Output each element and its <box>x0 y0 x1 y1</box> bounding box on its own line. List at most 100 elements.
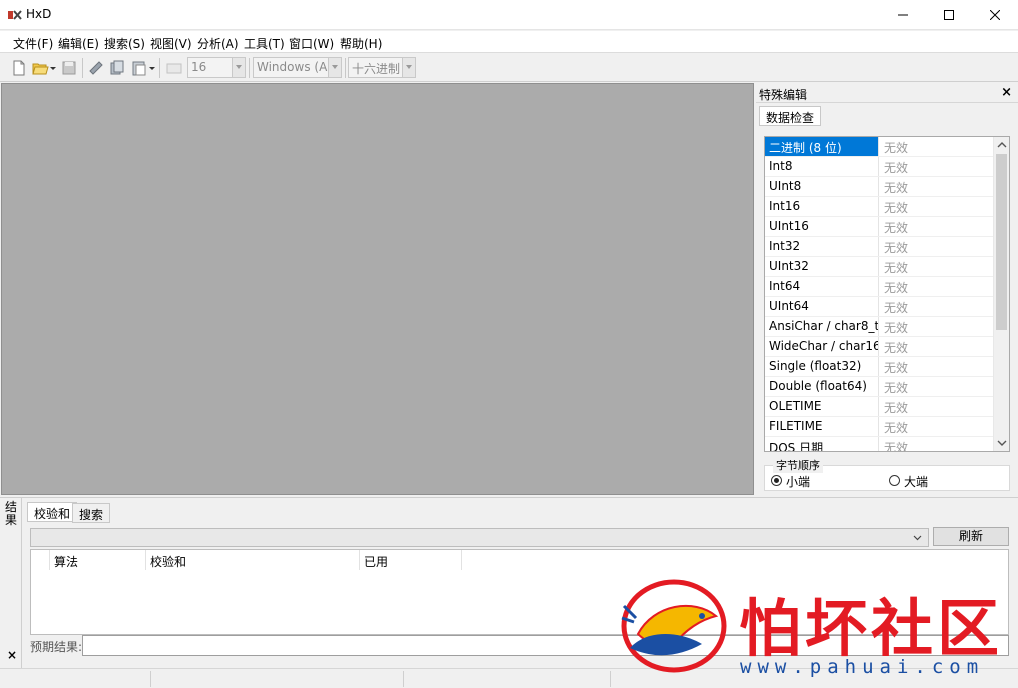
panel-header: 特殊编辑 × <box>756 83 1018 103</box>
inspector-row[interactable]: FILETIME 无效 <box>765 417 995 437</box>
chevron-up-icon[interactable] <box>997 140 1007 150</box>
inspector-value: 无效 <box>884 261 909 275</box>
inspector-value: 无效 <box>884 221 909 235</box>
bytes-per-row-select[interactable]: 16 <box>187 57 246 78</box>
inspector-row[interactable]: UInt32 无效 <box>765 257 995 277</box>
close-button[interactable] <box>972 0 1018 30</box>
open-file-icon[interactable] <box>31 59 49 77</box>
menu-edit[interactable]: 编辑(E) <box>58 35 99 52</box>
menu-tools[interactable]: 工具(T) <box>244 35 285 52</box>
inspector-type: Single (float32) <box>765 357 879 376</box>
menu-search[interactable]: 搜索(S) <box>104 35 145 52</box>
status-separator <box>610 671 611 687</box>
data-inspector-list[interactable]: 二进制 (8 位) 无效 Int8 无效 UInt8 无效 Int16 无效 UInt1… <box>764 136 1010 452</box>
chevron-down-icon <box>232 58 245 77</box>
copy-icon[interactable] <box>108 59 126 77</box>
inspector-value: 无效 <box>884 181 909 195</box>
menu-view[interactable]: 视图(V) <box>150 35 192 52</box>
results-side-tab[interactable]: 结果 × <box>0 498 22 668</box>
inspector-row[interactable]: Int8 无效 <box>765 157 995 177</box>
bytes-per-row-value: 16 <box>191 60 207 74</box>
tab-search[interactable]: 搜索 <box>72 503 111 523</box>
inspector-value: 无效 <box>884 241 909 255</box>
status-separator <box>150 671 151 687</box>
table-header-algorithm[interactable]: 算法 <box>50 550 146 570</box>
inspector-row[interactable]: OLETIME 无效 <box>765 397 995 417</box>
paste-icon[interactable] <box>130 59 148 77</box>
offset-base-value: 十六进制 <box>352 62 401 76</box>
close-icon[interactable]: × <box>7 648 17 662</box>
close-icon[interactable]: × <box>1001 85 1012 100</box>
inspector-value: 无效 <box>884 341 909 355</box>
little-endian-label[interactable]: 小端 <box>786 473 810 490</box>
inspector-row[interactable]: Single (float32) 无效 <box>765 357 995 377</box>
inspector-value: 无效 <box>884 201 909 215</box>
inspector-row[interactable]: Int16 无效 <box>765 197 995 217</box>
columns-icon <box>166 63 182 74</box>
inspector-row[interactable]: UInt8 无效 <box>765 177 995 197</box>
table-header-checksum[interactable]: 校验和 <box>146 550 360 570</box>
byte-order-legend: 字节顺序 <box>773 457 823 473</box>
new-file-icon[interactable] <box>10 59 28 77</box>
results-side-label: 结果 <box>5 500 18 527</box>
menu-file[interactable]: 文件(F) <box>13 35 53 52</box>
byte-order-group: 字节顺序 小端 大端 <box>764 457 1010 491</box>
scrollbar-thumb[interactable] <box>996 154 1007 330</box>
toolbar-separator <box>345 58 346 78</box>
inspector-value: 无效 <box>884 421 909 435</box>
paste-dropdown-icon[interactable] <box>148 59 156 77</box>
inspector-row[interactable]: UInt64 无效 <box>765 297 995 317</box>
inspector-row[interactable]: 二进制 (8 位) 无效 <box>765 137 995 157</box>
save-icon[interactable] <box>60 59 78 77</box>
big-endian-radio[interactable] <box>889 475 900 486</box>
maximize-icon <box>944 10 954 20</box>
inspector-row[interactable]: WideChar / char16_t 无效 <box>765 337 995 357</box>
little-endian-radio[interactable] <box>771 475 782 486</box>
tab-checksum[interactable]: 校验和 <box>27 502 78 522</box>
fish-logo-icon <box>621 579 727 673</box>
expected-result-label: 预期结果: <box>30 640 83 654</box>
inspector-row[interactable]: Int64 无效 <box>765 277 995 297</box>
refresh-button[interactable]: 刷新 <box>933 527 1009 546</box>
inspector-type: AnsiChar / char8_t <box>765 317 879 336</box>
tab-data-inspector[interactable]: 数据检查 <box>759 106 822 126</box>
inspector-value: 无效 <box>884 361 909 375</box>
special-edit-panel: 特殊编辑 × 数据检查 二进制 (8 位) 无效 Int8 无效 UInt8 无效 I… <box>756 83 1018 495</box>
menu-help[interactable]: 帮助(H) <box>340 35 382 52</box>
minimize-button[interactable] <box>880 0 926 30</box>
watermark-text: 怕坏社区 <box>739 592 1004 665</box>
panel-title: 特殊编辑 <box>759 88 808 102</box>
offset-base-select[interactable]: 十六进制 <box>348 57 416 78</box>
status-separator <box>403 671 404 687</box>
inspector-type: Int64 <box>765 277 879 296</box>
cut-icon[interactable] <box>87 59 105 77</box>
hxd-app-icon <box>8 10 22 20</box>
checksum-algorithm-select[interactable] <box>30 528 929 547</box>
table-header-used[interactable]: 已用 <box>360 550 462 570</box>
close-icon <box>990 10 1000 20</box>
toolbar-separator <box>82 58 83 78</box>
toolbar-separator <box>159 58 160 78</box>
inspector-row[interactable]: DOS 日期 无效 <box>765 437 995 451</box>
open-dropdown-icon[interactable] <box>49 59 57 77</box>
charset-select[interactable]: Windows (AN <box>253 57 342 78</box>
maximize-button[interactable] <box>926 0 972 30</box>
inspector-row[interactable]: Int32 无效 <box>765 237 995 257</box>
inspector-type: OLETIME <box>765 397 879 416</box>
inspector-value: 无效 <box>884 381 909 395</box>
inspector-value: 无效 <box>884 161 909 175</box>
inspector-type: WideChar / char16_t <box>765 337 879 356</box>
hex-editor-area[interactable] <box>1 83 754 495</box>
toolbar: 16 Windows (AN 十六进制 <box>0 54 1018 82</box>
inspector-type: Int8 <box>765 157 879 176</box>
inspector-row[interactable]: UInt16 无效 <box>765 217 995 237</box>
big-endian-label[interactable]: 大端 <box>904 473 928 490</box>
menu-window[interactable]: 窗口(W) <box>289 35 334 52</box>
chevron-down-icon[interactable] <box>997 438 1007 448</box>
inspector-value: 无效 <box>884 281 909 295</box>
inspector-value: 无效 <box>884 141 909 155</box>
inspector-row[interactable]: Double (float64) 无效 <box>765 377 995 397</box>
menu-analysis[interactable]: 分析(A) <box>197 35 239 52</box>
inspector-scrollbar[interactable] <box>993 137 1009 451</box>
inspector-row[interactable]: AnsiChar / char8_t 无效 <box>765 317 995 337</box>
